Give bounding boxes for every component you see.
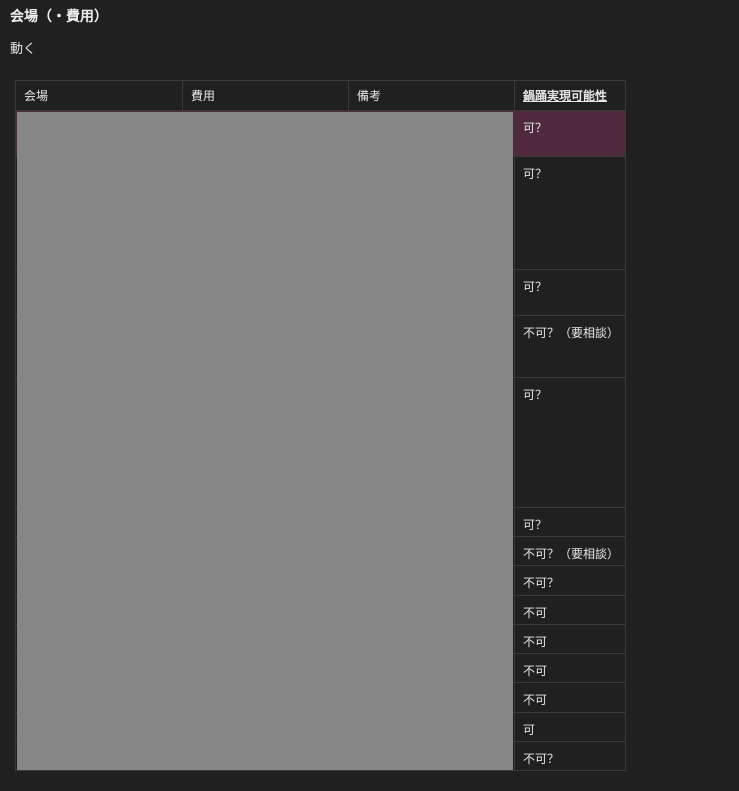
column-header-notes[interactable]: 備考 (348, 80, 515, 111)
possibility-cell[interactable]: 可？ (514, 377, 626, 508)
possibility-cell[interactable]: 不可 (514, 595, 626, 625)
page-title: 会場（・費用） (10, 9, 108, 25)
possibility-cell[interactable]: 不可？ (514, 565, 626, 596)
possibility-cell[interactable]: 不可 (514, 653, 626, 683)
possibility-cell[interactable]: 可？ (514, 156, 626, 270)
column-header-cost[interactable]: 費用 (182, 80, 349, 111)
possibility-cell[interactable]: 可？ (514, 507, 626, 537)
possibility-cell[interactable]: 可 (514, 712, 626, 742)
possibility-cell[interactable]: 不可？ (514, 741, 626, 771)
possibility-cell[interactable]: 不可？（要相談） (514, 315, 626, 378)
possibility-cell[interactable]: 可？ (514, 269, 626, 316)
possibility-cell[interactable]: 不可？（要相談） (514, 536, 626, 566)
column-header-venue[interactable]: 会場 (15, 80, 183, 111)
possibility-cell[interactable]: 可？ (514, 110, 626, 157)
page-subtitle: 動く (10, 42, 37, 57)
table-header-row: 会場 費用 備考 鍋踊実現可能性 (15, 80, 626, 111)
redacted-content-overlay (17, 112, 513, 770)
possibility-cell[interactable]: 不可 (514, 682, 626, 713)
venue-table-container: 会場 費用 備考 鍋踊実現可能性 可？ 可？ 可？ 不可？（要相談） 可？ 可？… (15, 80, 626, 771)
column-header-possibility[interactable]: 鍋踊実現可能性 (514, 80, 626, 111)
possibility-cell[interactable]: 不可 (514, 624, 626, 654)
